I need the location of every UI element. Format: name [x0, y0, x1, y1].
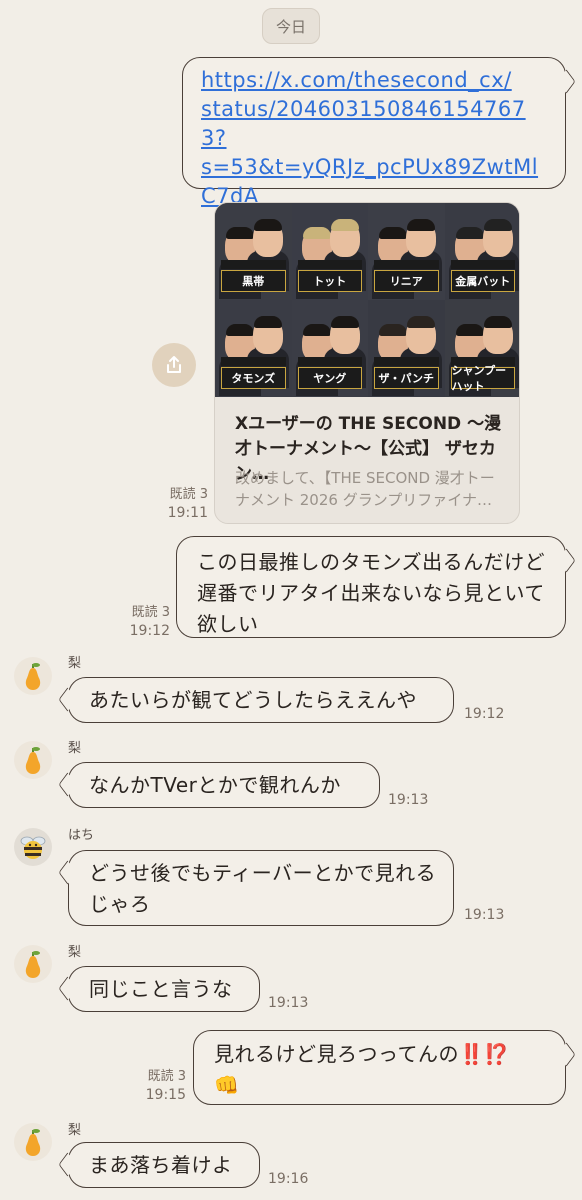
incoming-message[interactable]: 同じこと言うな [68, 966, 260, 1012]
message-time: 19:13 [268, 995, 309, 1011]
date-divider: 今日 [262, 8, 320, 44]
pear-icon [25, 747, 41, 774]
exclamation-question-emoji: ‼️⁉️ [459, 1042, 510, 1066]
comedian-plate-top [297, 357, 362, 366]
share-button[interactable] [152, 343, 196, 387]
message-time: 19:13 [464, 907, 505, 923]
comedian-cell: ヤング [291, 300, 368, 397]
comedian-name-plate: リニア [374, 270, 439, 292]
comedian-name-plate: トット [297, 270, 362, 292]
comedian-cell: リニア [368, 203, 445, 300]
sender-name: 梨 [68, 741, 82, 756]
message-text: この日最推しのタモンズ出るんだけど遅番でリアタイ出来ないなら見といて欲しい [197, 550, 546, 636]
comedian-plate-top [297, 260, 362, 269]
message-text: 同じこと言うな [89, 977, 233, 1001]
message-time: 19:16 [268, 1171, 309, 1187]
read-receipt: 既読 3 19:15 [145, 1069, 186, 1103]
message-text: まあ落ち着けよ [89, 1153, 233, 1177]
comedian-name-plate: タモンズ [221, 367, 286, 389]
incoming-message[interactable]: なんかTVerとかで観れんか [68, 762, 380, 808]
comedian-cell: シャンプーハット [444, 300, 519, 397]
comedian-cell: トット [291, 203, 368, 300]
message-time: 19:12 [464, 706, 505, 722]
fist-emoji: 👊 [214, 1073, 240, 1097]
message-text: なんかTVerとかで観れんか [89, 773, 341, 797]
outgoing-message[interactable]: この日最推しのタモンズ出るんだけど遅番でリアタイ出来ないなら見といて欲しい [176, 536, 566, 638]
sender-name: 梨 [68, 945, 82, 960]
read-receipt: 既読 3 19:11 [167, 487, 208, 521]
avatar-pear[interactable] [14, 945, 52, 983]
message-text: どうせ後でもティーバーとかで見れるじゃろ [89, 861, 437, 916]
message-text: あたいらが観てどうしたらええんや [89, 688, 417, 712]
preview-image: 黒帯 トット リニア 金属バットタモンズ ヤング ザ・パンチ シャンプーハット [215, 203, 519, 397]
incoming-message[interactable]: どうせ後でもティーバーとかで見れるじゃろ [68, 850, 454, 926]
avatar-pear[interactable] [14, 1123, 52, 1161]
avatar-pear[interactable] [14, 657, 52, 695]
comedian-name-plate: シャンプーハット [450, 364, 515, 393]
message-time: 19:13 [388, 792, 429, 808]
bee-icon [20, 836, 46, 859]
preview-description: 改めまして、【THE SECOND 漫才トーナメント 2026 グランプリファイ… [235, 469, 495, 509]
comedian-plate-top [374, 357, 439, 366]
comedian-cell: 黒帯 [215, 203, 292, 300]
avatar-bee[interactable] [14, 828, 52, 866]
comedian-name-plate: ザ・パンチ [374, 367, 439, 389]
comedian-cell: 金属バット [444, 203, 519, 300]
comedian-name-plate: ヤング [297, 367, 362, 389]
link-preview-card[interactable]: 黒帯 トット リニア 金属バット タモンズ ヤング ザ・パンチ シャンプーハット Xユーザーの… [214, 202, 520, 524]
message-link[interactable]: https://x.com/thesecond_cx/ status/20460… [201, 66, 551, 211]
comedian-plate-top [374, 260, 439, 269]
comedian-plate-top [221, 357, 286, 366]
avatar-pear[interactable] [14, 741, 52, 779]
comedian-name-plate: 黒帯 [221, 270, 286, 292]
outgoing-message[interactable]: 見れるけど見ろつってんの‼️⁉️ 👊 [193, 1030, 566, 1105]
pear-icon [25, 951, 41, 978]
incoming-message[interactable]: あたいらが観てどうしたらええんや [68, 677, 454, 723]
comedian-name-plate: 金属バット [450, 270, 515, 292]
comedian-plate-top [221, 260, 286, 269]
message-text: 見れるけど見ろつってんの [214, 1042, 459, 1066]
comedian-plate-top [450, 260, 515, 269]
pear-icon [25, 1129, 41, 1156]
sender-name: 梨 [68, 1123, 82, 1138]
pear-icon [25, 663, 41, 690]
comedian-cell: ザ・パンチ [368, 300, 445, 397]
share-icon [167, 356, 181, 373]
comedian-cell: タモンズ [215, 300, 292, 397]
outgoing-link-message[interactable]: https://x.com/thesecond_cx/ status/20460… [182, 57, 566, 208]
sender-name: 梨 [68, 656, 82, 671]
incoming-message[interactable]: まあ落ち着けよ [68, 1142, 260, 1188]
read-receipt: 既読 3 19:12 [129, 605, 170, 639]
sender-name: はち [68, 828, 95, 843]
